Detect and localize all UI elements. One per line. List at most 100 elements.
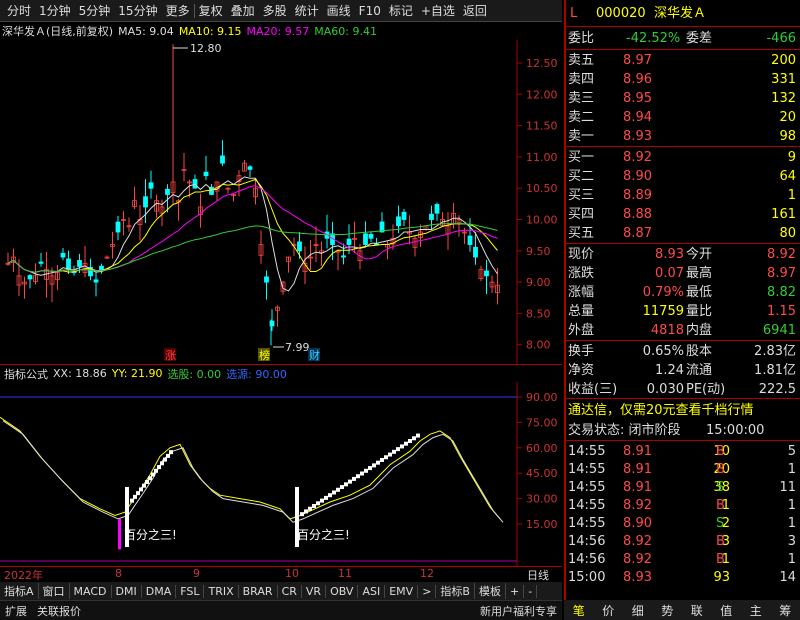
quote-tab-4[interactable]: 联 <box>691 602 703 619</box>
indicator-tab-9[interactable]: VR <box>302 584 327 598</box>
tick-time: 14:56 <box>568 552 606 567</box>
toolbar-item-2[interactable]: 5分钟 <box>75 2 115 19</box>
indicator-tab-0[interactable]: 指标A <box>0 583 39 599</box>
tick-row: 14:55 8.91 20 B 1 <box>566 460 800 479</box>
stat-value: 0.79% <box>642 285 684 300</box>
y-tick-label: 15.00 <box>526 518 558 531</box>
time-label: 10 <box>285 567 299 580</box>
indicator-tab-4[interactable]: DMA <box>142 584 177 598</box>
time-label: 9 <box>193 567 200 580</box>
indicator-tab-1[interactable]: 窗口 <box>39 583 70 599</box>
candle-body <box>247 166 253 170</box>
ask-price: 8.96 <box>623 72 652 87</box>
quote-tab-7[interactable]: 筹 <box>779 602 791 619</box>
toolbar-item-1[interactable]: 1分钟 <box>35 2 75 19</box>
indicator-src: 选源: 90.00 <box>226 367 287 381</box>
toolbar-item-9[interactable]: 画线 <box>323 2 355 19</box>
ask-volume: 20 <box>779 110 796 125</box>
toolbar-item-5[interactable]: 复权 <box>195 2 227 19</box>
ask-row: 卖二 8.94 20 <box>566 108 800 127</box>
signal-step <box>396 447 400 452</box>
candle-body <box>203 171 209 177</box>
indicator-tab-13[interactable]: > <box>418 584 437 598</box>
quote-tab-2[interactable]: 细 <box>632 602 644 619</box>
indicator-pick: 选股: 0.00 <box>167 367 222 381</box>
indicator-tab-10[interactable]: OBV <box>326 584 359 598</box>
signal-text-1: 百分之三! <box>124 528 177 542</box>
candle-body <box>66 258 71 270</box>
toolbar-item-7[interactable]: 多股 <box>259 2 291 19</box>
signal-step <box>400 444 404 449</box>
signal-step <box>324 495 328 500</box>
stat2-label: 收益(三) <box>568 382 618 397</box>
signal-step <box>340 485 344 490</box>
y-tick-label: 9.00 <box>526 276 551 289</box>
stat-value: 4818 <box>650 323 684 338</box>
quote-tab-0[interactable]: 笔 <box>573 602 585 619</box>
indicator-tab-8[interactable]: CR <box>278 584 302 598</box>
stat2-label: 流通 <box>686 363 713 378</box>
signal-step <box>139 487 143 492</box>
quote-tab-6[interactable]: 主 <box>750 602 762 619</box>
expand-button[interactable]: 扩展 <box>0 603 32 619</box>
signal-step <box>344 482 348 487</box>
stat2-value: 2.83亿 <box>754 344 796 359</box>
indicator-tab-14[interactable]: 指标B <box>436 583 475 599</box>
toolbar-item-0[interactable]: 分时 <box>3 2 35 19</box>
candle-body <box>401 211 407 220</box>
signal-step <box>148 476 152 481</box>
bid-volume: 1 <box>787 188 796 203</box>
indicator-name[interactable]: 指标公式 <box>4 366 48 382</box>
indicator-tab-11[interactable]: ASI <box>358 584 386 598</box>
tick-side: S <box>716 516 725 531</box>
stat-value: 1.15 <box>767 304 796 319</box>
quote-tab-3[interactable]: 势 <box>661 602 673 619</box>
tick-price: 8.93 <box>623 570 652 585</box>
indicator-tab-15[interactable]: 模板 <box>475 583 506 599</box>
indicator-tab-3[interactable]: DMI <box>112 584 142 598</box>
ask-label: 卖一 <box>568 129 595 144</box>
indicator-chart[interactable]: 90.00 75.00 60.00 45.00 30.00 15.00 百分之三! 百分之… <box>0 382 562 566</box>
signal-step <box>130 498 134 503</box>
time-label: 12 <box>420 567 434 580</box>
stat2-value: 0.65% <box>642 344 684 359</box>
signal-step <box>332 490 336 495</box>
toolbar-item-8[interactable]: 统计 <box>291 2 323 19</box>
toolbar-item-3[interactable]: 15分钟 <box>114 2 161 19</box>
quote-tab-5[interactable]: 值 <box>720 602 732 619</box>
indicator-tab-17[interactable]: - <box>524 584 538 598</box>
indicator-tab-16[interactable]: + <box>506 584 525 598</box>
toolbar-item-11[interactable]: 标记 <box>385 2 417 19</box>
y-tick-label: 8.50 <box>526 307 551 320</box>
signal-step <box>328 493 332 498</box>
promo-link[interactable]: 新用户福利专享 <box>475 603 562 619</box>
limit-up-label: 涨 <box>165 349 176 362</box>
stat-label: 涨幅 <box>568 285 595 300</box>
indicator-tabs: 指标A 窗口 MACD DMI DMA FSL TRIX BRAR CR VR OBV ASI EMV >… <box>0 582 562 600</box>
ask-label: 卖四 <box>568 72 595 87</box>
tick-row: 14:55 8.92 1 B 1 <box>566 496 800 515</box>
stock-name: 深华发Ａ <box>654 6 707 21</box>
indicator-tab-6[interactable]: TRIX <box>204 584 239 598</box>
tick-time: 14:55 <box>568 480 606 495</box>
candlestick-chart[interactable]: 12.50 12.00 11.50 11.00 10.50 10.00 9.50 9.00 8.… <box>0 40 562 364</box>
indicator-tab-12[interactable]: EMV <box>385 584 419 598</box>
ma60-label: MA60: 9.41 <box>314 24 377 38</box>
candle-body <box>264 276 269 283</box>
toolbar-item-12[interactable]: +自选 <box>417 2 459 19</box>
tick-row: 14:55 8.91 10 B 5 <box>566 442 800 461</box>
stat-row: 总量 11759 量比 1.15 <box>566 302 800 321</box>
indicator-tab-5[interactable]: FSL <box>176 584 205 598</box>
ad-row: 通达信，仅需20元查看千档行情 <box>566 401 800 420</box>
ad-link[interactable]: 通达信，仅需20元查看千档行情 <box>568 401 754 420</box>
linked-quote-button[interactable]: 关联报价 <box>32 603 86 619</box>
toolbar-item-13[interactable]: 返回 <box>459 2 491 19</box>
signal-step <box>163 457 167 462</box>
toolbar-item-6[interactable]: 叠加 <box>227 2 259 19</box>
indicator-tab-7[interactable]: BRAR <box>239 584 278 598</box>
ask-price: 8.97 <box>623 53 652 68</box>
toolbar-item-4[interactable]: 更多 <box>162 2 194 19</box>
quote-tab-1[interactable]: 价 <box>602 602 614 619</box>
toolbar-item-10[interactable]: F10 <box>355 4 385 18</box>
indicator-tab-2[interactable]: MACD <box>70 584 112 598</box>
